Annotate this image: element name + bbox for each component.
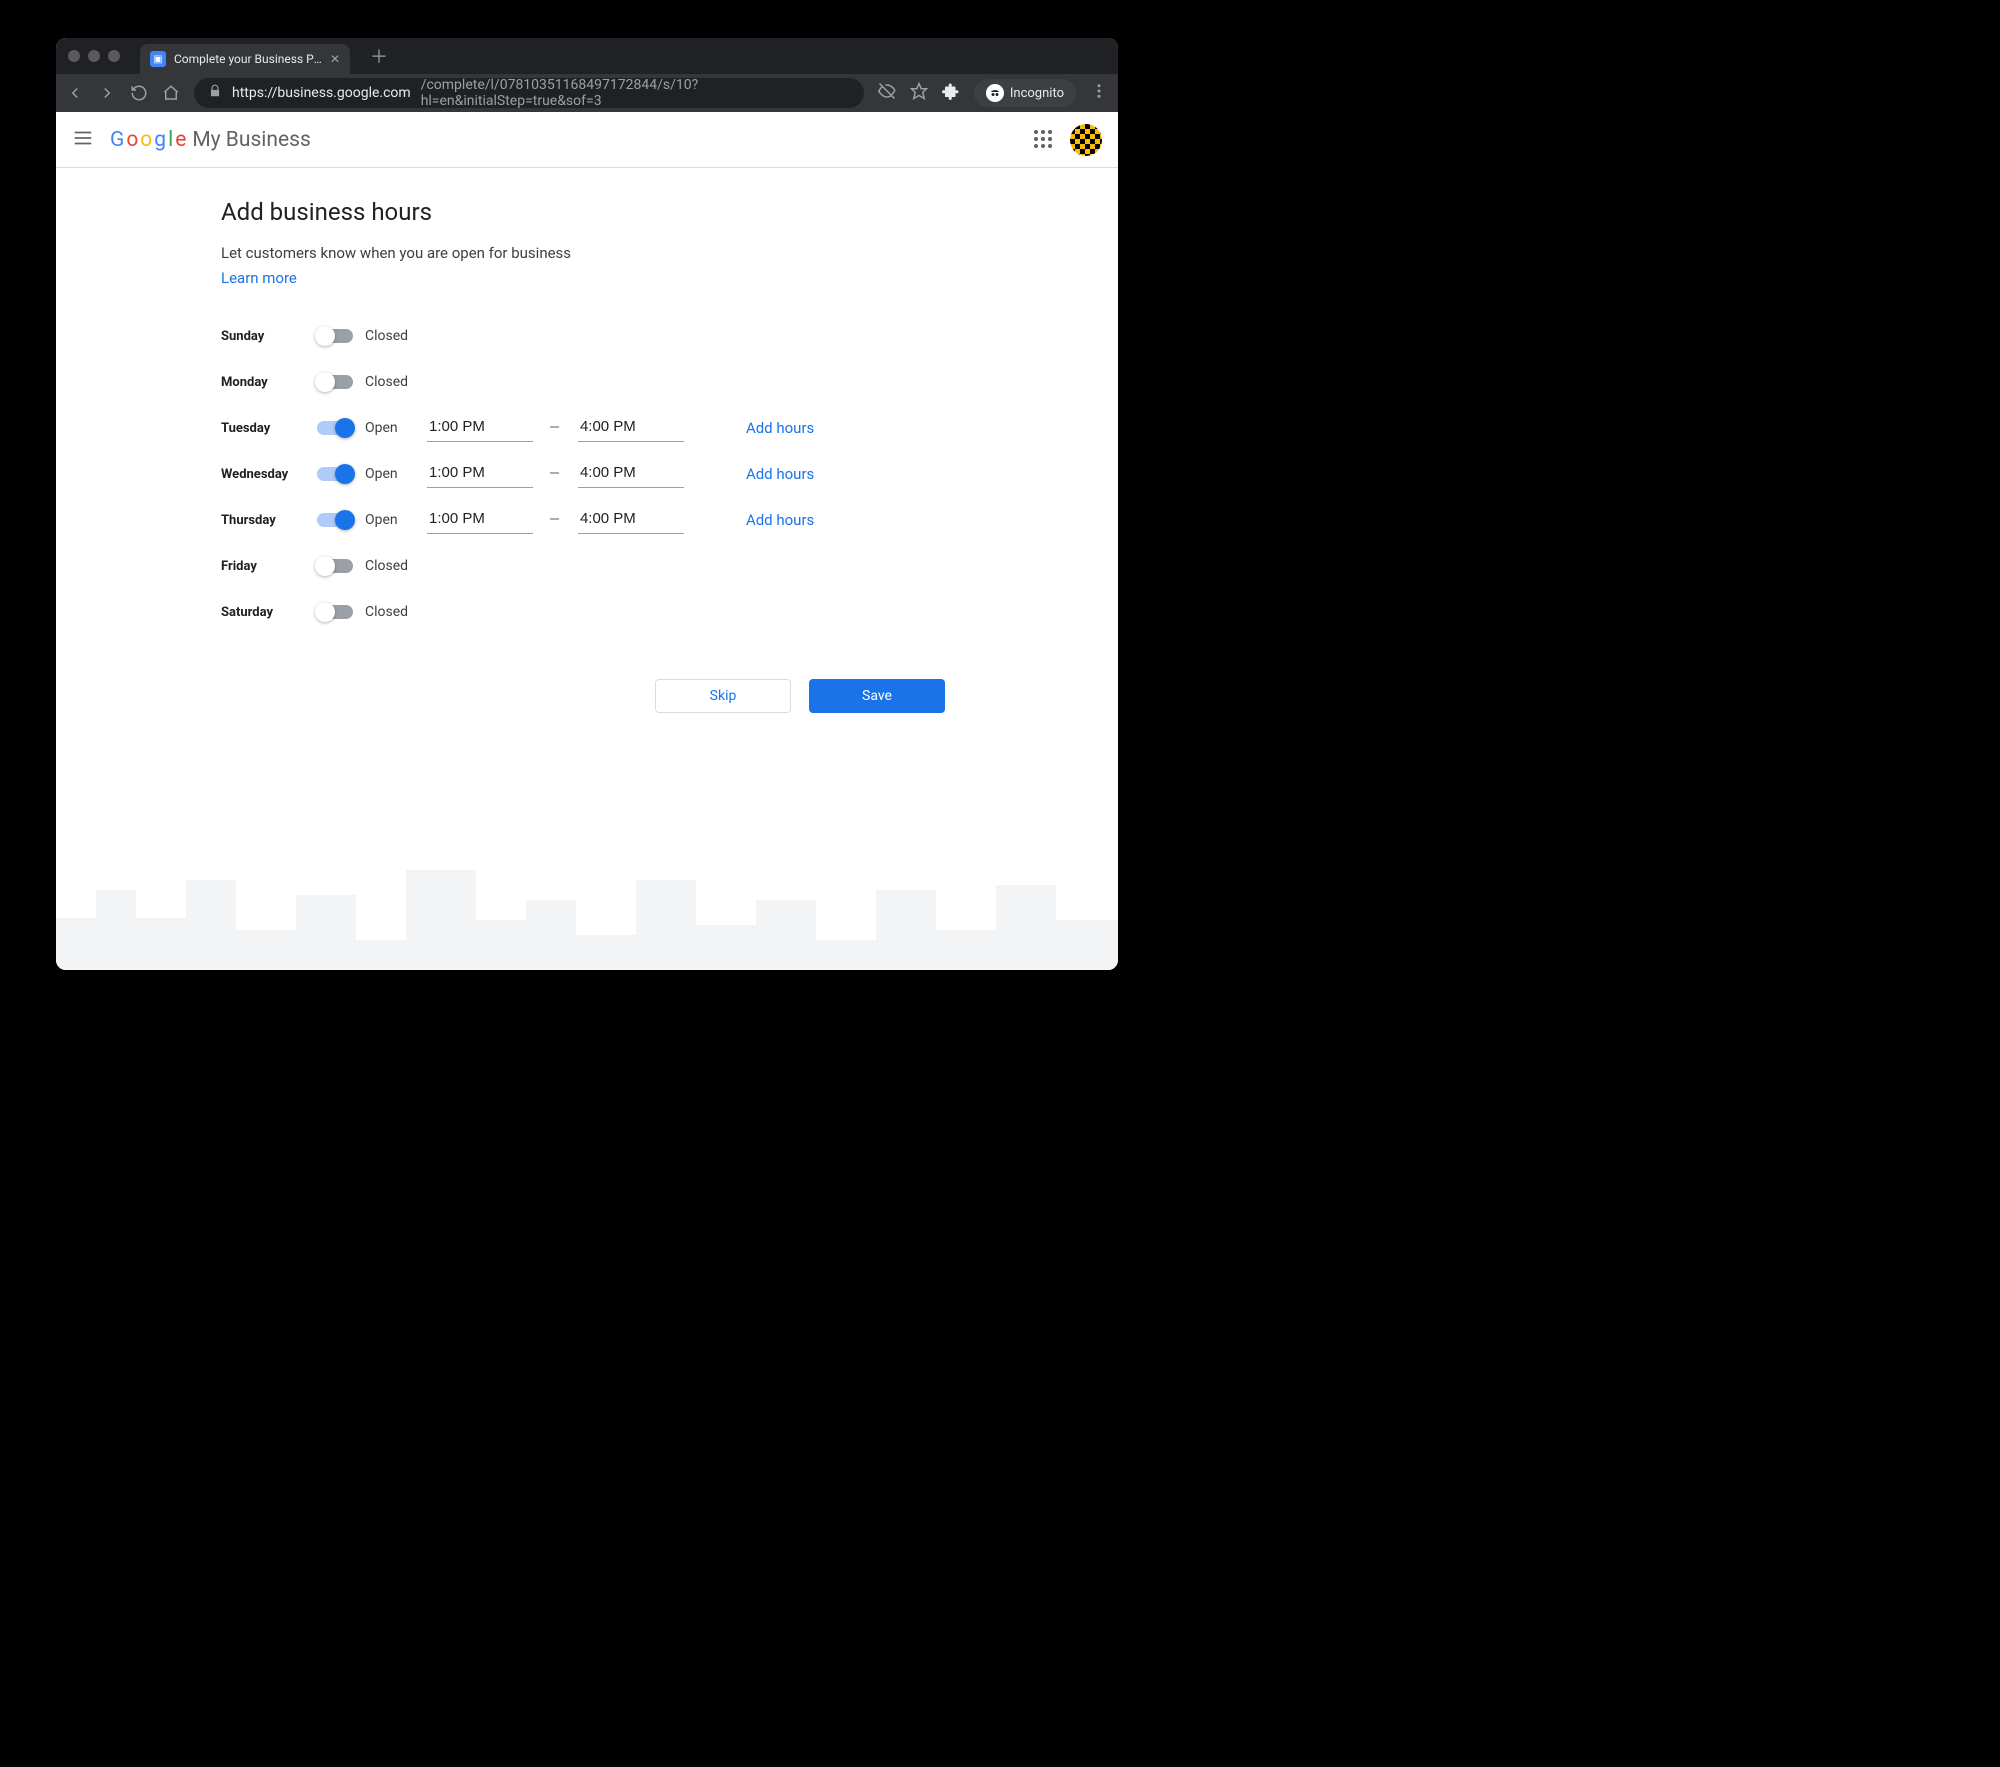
open-time-input[interactable] (427, 460, 533, 488)
day-name: Sunday (221, 329, 317, 344)
day-status: Closed (365, 558, 417, 574)
day-row-thursday: Thursday Open — Add hours (221, 497, 961, 543)
nav-back-icon[interactable] (66, 84, 84, 102)
toggle-knob (315, 326, 335, 346)
day-toggle[interactable] (317, 513, 353, 527)
time-separator: — (549, 466, 560, 482)
nav-reload-icon[interactable] (130, 84, 148, 102)
day-status: Open (365, 420, 417, 436)
url-path: /complete/l/07810351168497172844/s/10?hl… (421, 78, 850, 108)
close-time-input[interactable] (578, 460, 684, 488)
day-name: Friday (221, 559, 317, 574)
day-toggle[interactable] (317, 375, 353, 389)
day-status: Closed (365, 374, 417, 390)
day-status: Closed (365, 328, 417, 344)
learn-more-link[interactable]: Learn more (221, 269, 297, 287)
toggle-knob (315, 602, 335, 622)
tab-favicon-icon: ▣ (150, 51, 166, 67)
google-my-business-logo[interactable]: Google My Business (110, 128, 311, 152)
star-icon[interactable] (910, 82, 928, 104)
google-apps-icon[interactable] (1034, 130, 1054, 150)
form-actions: Skip Save (221, 679, 945, 713)
window-close-dot[interactable] (68, 50, 80, 62)
url-host: https://business.google.com (232, 85, 411, 101)
day-toggle[interactable] (317, 605, 353, 619)
new-tab-button[interactable]: ＋ (370, 43, 388, 69)
menu-icon[interactable] (72, 127, 94, 153)
toggle-knob (315, 372, 335, 392)
product-name: My Business (192, 128, 311, 152)
day-row-monday: Monday Closed (221, 359, 961, 405)
nav-home-icon[interactable] (162, 84, 180, 102)
address-bar[interactable]: https://business.google.com/complete/l/0… (194, 78, 864, 108)
nav-forward-icon[interactable] (98, 84, 116, 102)
time-separator: — (549, 512, 560, 528)
incognito-icon (986, 84, 1004, 102)
day-row-saturday: Saturday Closed (221, 589, 961, 635)
day-name: Thursday (221, 513, 317, 528)
day-name: Tuesday (221, 421, 317, 436)
lock-icon (208, 84, 222, 102)
skip-button[interactable]: Skip (655, 679, 791, 713)
incognito-label: Incognito (1010, 86, 1064, 101)
tab-close-icon[interactable]: ✕ (330, 52, 340, 66)
kebab-menu-icon[interactable] (1090, 82, 1108, 104)
close-time-input[interactable] (578, 414, 684, 442)
window-controls[interactable] (68, 50, 120, 62)
main-content: Add business hours Let customers know wh… (56, 168, 1118, 713)
browser-toolbar: https://business.google.com/complete/l/0… (56, 74, 1118, 112)
cityscape-decoration (56, 840, 1118, 970)
toolbar-right: Incognito (878, 79, 1108, 107)
add-hours-link[interactable]: Add hours (746, 419, 814, 437)
browser-window: ▣ Complete your Business Profile ✕ ＋ htt… (56, 38, 1118, 970)
day-row-wednesday: Wednesday Open — Add hours (221, 451, 961, 497)
toggle-knob (335, 464, 355, 484)
toggle-knob (315, 556, 335, 576)
page-content: Google My Business Add business hours Le… (56, 112, 1118, 970)
eye-off-icon[interactable] (878, 82, 896, 104)
day-name: Wednesday (221, 467, 317, 482)
incognito-badge[interactable]: Incognito (974, 79, 1076, 107)
time-separator: — (549, 420, 560, 436)
tab-title: Complete your Business Profile (174, 52, 322, 66)
business-hours-list: Sunday Closed Monday Closed Tuesday Open — Add … (221, 313, 961, 635)
day-toggle[interactable] (317, 467, 353, 481)
day-toggle[interactable] (317, 329, 353, 343)
app-header: Google My Business (56, 112, 1118, 168)
open-time-input[interactable] (427, 414, 533, 442)
browser-tab[interactable]: ▣ Complete your Business Profile ✕ (140, 44, 350, 74)
close-time-input[interactable] (578, 506, 684, 534)
day-row-friday: Friday Closed (221, 543, 961, 589)
toggle-knob (335, 418, 355, 438)
toggle-knob (335, 510, 355, 530)
day-name: Monday (221, 375, 317, 390)
day-status: Closed (365, 604, 417, 620)
open-time-input[interactable] (427, 506, 533, 534)
day-status: Open (365, 466, 417, 482)
day-status: Open (365, 512, 417, 528)
window-max-dot[interactable] (108, 50, 120, 62)
day-row-sunday: Sunday Closed (221, 313, 961, 359)
save-button[interactable]: Save (809, 679, 945, 713)
add-hours-link[interactable]: Add hours (746, 465, 814, 483)
page-title: Add business hours (221, 198, 1118, 226)
add-hours-link[interactable]: Add hours (746, 511, 814, 529)
day-row-tuesday: Tuesday Open — Add hours (221, 405, 961, 451)
page-subtitle: Let customers know when you are open for… (221, 244, 1118, 262)
account-avatar[interactable] (1070, 124, 1102, 156)
day-toggle[interactable] (317, 421, 353, 435)
window-min-dot[interactable] (88, 50, 100, 62)
extensions-icon[interactable] (942, 82, 960, 104)
day-name: Saturday (221, 605, 317, 620)
day-toggle[interactable] (317, 559, 353, 573)
titlebar: ▣ Complete your Business Profile ✕ ＋ (56, 38, 1118, 74)
